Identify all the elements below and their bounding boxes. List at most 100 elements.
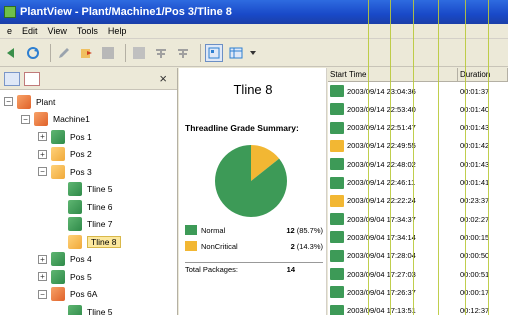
tree-spacer <box>55 237 64 246</box>
legend-noncritical: NonCritical 2 (14.3%) <box>185 238 323 254</box>
tree-pane-header: × <box>0 68 177 90</box>
expand-icon[interactable]: + <box>38 254 47 264</box>
menu-edit[interactable]: Edit <box>17 26 43 36</box>
table-row[interactable]: 2003/09/14 22:51:47 00:01:43 <box>328 119 508 137</box>
grade-icon <box>330 176 344 189</box>
table-row[interactable]: 2003/09/14 22:53:40 00:01:40 <box>328 100 508 118</box>
start-time-text: 2003/09/14 23:04:36 <box>347 86 416 96</box>
export-icon[interactable] <box>77 44 95 62</box>
tree-node-label: Pos 4 <box>70 254 92 264</box>
grade-icon <box>330 194 344 207</box>
collapse-icon[interactable]: − <box>38 289 47 299</box>
grade-icon <box>330 85 344 97</box>
table-row[interactable]: 2003/09/14 22:49:55 00:01:42 <box>328 137 508 155</box>
grade-icon <box>330 249 344 262</box>
branch-icon[interactable] <box>174 44 192 62</box>
start-time-text: 2003/09/14 22:53:40 <box>347 104 416 114</box>
expand-icon[interactable]: + <box>38 149 47 159</box>
start-time-text: 2003/09/04 17:34:37 <box>347 214 416 224</box>
toolbar-separator <box>200 43 201 62</box>
tree-node[interactable]: + Pos 5 <box>38 268 92 285</box>
guide-line <box>438 0 439 315</box>
close-icon[interactable]: × <box>159 71 173 86</box>
tree-spacer <box>55 219 64 229</box>
collapse-icon[interactable]: − <box>21 114 30 124</box>
total-label: Total Packages: <box>185 265 238 274</box>
collapse-icon[interactable]: − <box>4 97 13 106</box>
tree-node[interactable]: Tline 5 <box>55 181 113 198</box>
start-time-text: 2003/09/04 17:27:03 <box>347 269 416 279</box>
collapse-icon[interactable]: − <box>38 167 47 176</box>
dropdown-arrow-icon[interactable] <box>249 44 257 62</box>
grade-icon <box>330 121 344 134</box>
table-row[interactable]: 2003/09/14 22:46:11 00:01:41 <box>328 174 508 192</box>
start-time-text: 2003/09/14 22:49:55 <box>347 141 416 151</box>
tree-node[interactable]: − Plant <box>4 93 55 110</box>
window-title: PlantView - Plant/Machine1/Pos 3/Tline 8 <box>20 6 232 18</box>
grid-icon[interactable] <box>130 44 148 62</box>
tree-node[interactable]: − Pos 3 <box>38 163 92 180</box>
table-row[interactable]: 2003/09/04 17:13:51 00:12:37 <box>328 302 508 315</box>
tree-icon[interactable] <box>152 44 170 62</box>
table-row[interactable]: 2003/09/14 22:22:24 00:23:37 <box>328 192 508 210</box>
start-time-text: 2003/09/14 22:48:02 <box>347 159 416 169</box>
start-time-text: 2003/09/04 17:13:51 <box>347 306 416 315</box>
guide-line <box>488 0 489 315</box>
summary-title: Tline 8 <box>233 82 273 97</box>
start-time-text: 2003/09/04 17:34:14 <box>347 232 416 242</box>
tree-node-label: Pos 6A <box>70 289 98 299</box>
toolbar-separator <box>125 43 126 62</box>
menu-file[interactable]: e <box>2 26 17 36</box>
legend-percent: (85.7%) <box>296 225 323 235</box>
view-options-icon[interactable] <box>227 44 245 62</box>
tree-node[interactable]: + Pos 4 <box>38 251 92 268</box>
summary-pane: Tline 8 Threadline Grade Summary: Normal… <box>179 68 327 315</box>
tree-node[interactable]: + Pos 2 <box>38 146 92 163</box>
menu-view[interactable]: View <box>43 26 72 36</box>
tree-node[interactable]: Tline 5 <box>55 303 113 315</box>
tree-node[interactable]: Tline 7 <box>55 216 113 233</box>
start-time-text: 2003/09/14 22:46:11 <box>347 178 416 187</box>
tree-node[interactable]: Tline 6 <box>55 198 113 215</box>
edit-icon[interactable] <box>55 44 73 62</box>
total-packages-row: Total Packages: 14 <box>185 262 323 274</box>
tree-node[interactable]: − Pos 6A <box>38 286 97 303</box>
grade-icon <box>330 139 344 152</box>
tree-node[interactable]: Tline 8 <box>55 233 121 250</box>
tree-node[interactable]: + Pos 1 <box>38 128 92 145</box>
table-row[interactable]: 2003/09/14 23:04:36 00:01:37 <box>328 82 508 100</box>
guide-line <box>413 0 414 315</box>
start-time-text: 2003/09/14 22:22:24 <box>347 196 416 206</box>
expand-icon[interactable]: + <box>38 132 47 141</box>
table-row[interactable]: 2003/09/04 17:27:03 00:00:51 <box>328 265 508 283</box>
disabled-icon[interactable] <box>99 44 117 62</box>
grade-icon <box>330 213 344 226</box>
back-icon[interactable] <box>2 44 20 62</box>
menu-help[interactable]: Help <box>103 26 132 36</box>
table-row[interactable]: 2003/09/04 17:28:04 00:00:50 <box>328 247 508 265</box>
normal-swatch <box>185 225 197 235</box>
grade-icon <box>330 304 344 315</box>
expand-icon[interactable]: + <box>38 272 47 281</box>
position-icon <box>51 287 65 301</box>
tree-node-label: Tline 6 <box>87 201 113 212</box>
tree-node-label: Pos 1 <box>70 131 92 142</box>
refresh-icon[interactable] <box>24 44 42 62</box>
menu-tools[interactable]: Tools <box>72 26 103 36</box>
tree-view-tab-icon[interactable] <box>4 71 20 86</box>
table-row[interactable]: 2003/09/04 17:26:37 00:00:17 <box>328 283 508 301</box>
tree-node[interactable]: − Machine1 <box>21 111 90 128</box>
tree-spacer <box>55 184 64 194</box>
grade-icon <box>330 286 344 299</box>
table-row[interactable]: 2003/09/04 17:34:14 00:00:15 <box>328 228 508 246</box>
position-icon <box>51 269 65 284</box>
tree-node-label: Pos 5 <box>70 271 92 282</box>
app-icon <box>4 6 16 18</box>
plant-icon <box>17 94 31 109</box>
table-row[interactable]: 2003/09/04 17:34:37 00:02:27 <box>328 210 508 228</box>
table-row[interactable]: 2003/09/14 22:48:02 00:01:43 <box>328 155 508 173</box>
layout-icon[interactable] <box>205 43 223 62</box>
chart-view-tab-icon[interactable] <box>24 71 40 86</box>
start-time-text: 2003/09/04 17:28:04 <box>347 251 416 261</box>
noncritical-swatch <box>185 241 197 251</box>
